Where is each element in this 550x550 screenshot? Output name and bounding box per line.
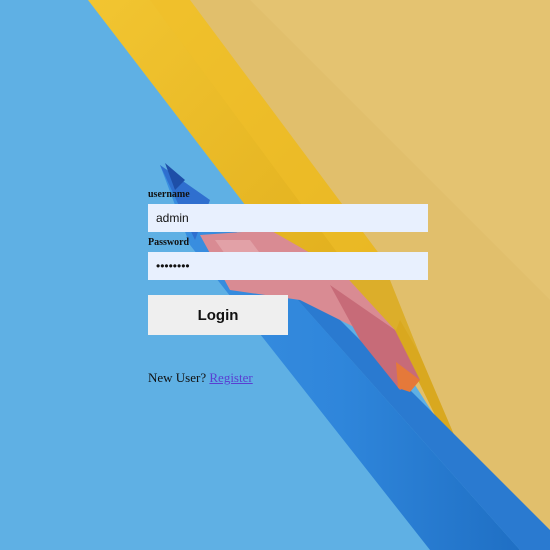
password-input[interactable]	[148, 252, 428, 280]
register-line: New User? Register	[148, 370, 253, 386]
login-form: username Password Login	[148, 189, 428, 335]
username-input[interactable]	[148, 204, 428, 232]
password-label: Password	[148, 237, 190, 248]
register-link[interactable]: Register	[209, 370, 252, 385]
username-label: username	[148, 189, 190, 200]
login-button[interactable]: Login	[148, 295, 288, 335]
new-user-text: New User?	[148, 370, 207, 385]
